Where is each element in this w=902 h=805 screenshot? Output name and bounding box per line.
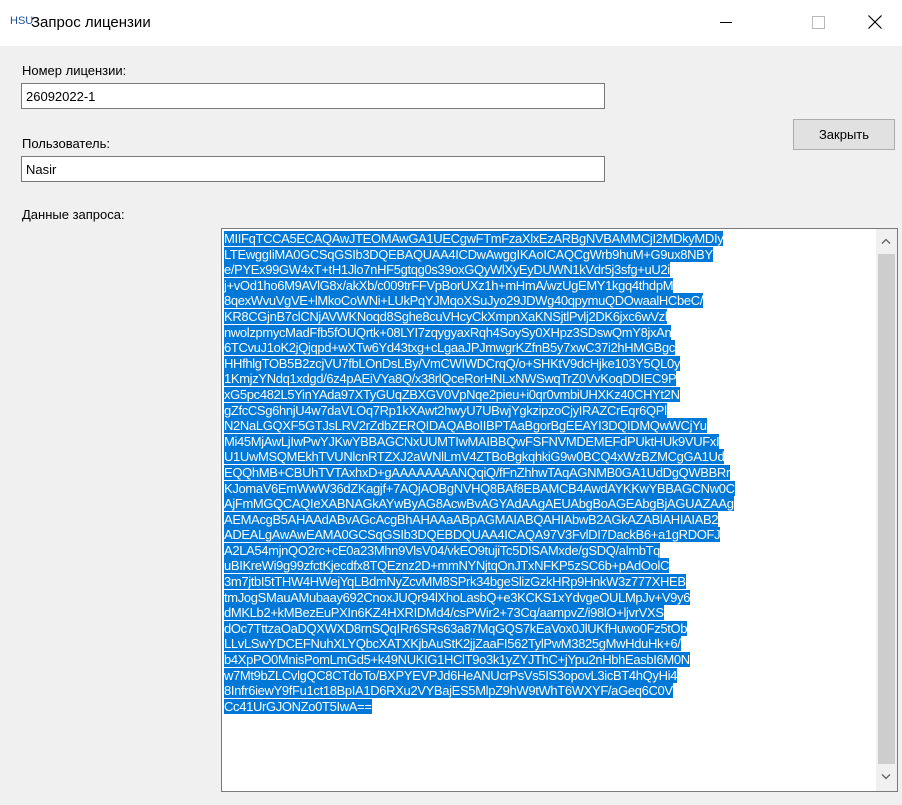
request-data-line-text: w7Mt9bZLCvlgQC8CTdoTo/BXPYEVPJd6HeANUcrP… <box>224 667 678 683</box>
request-data-textarea[interactable]: MIIFqTCCA5ECAQAwJTEOMAwGA1UECgwFTmFzaXlx… <box>221 228 898 792</box>
request-data-line-text: b4XpPO0MnisPomLmGd5+k49NUKIG1HClT9o3k1yZ… <box>224 652 690 668</box>
request-data-line: 1KmjzYNdq1xdgd/6z4pAEiVYa8Q/x38rlQceRorH… <box>224 371 874 387</box>
request-data-line-text: uBIKreWi9g99zfctKjecdfx8TQEznz2D+mmNYNjt… <box>224 558 670 574</box>
scroll-down-button[interactable] <box>876 768 897 788</box>
request-data-line: A2LA54mjnQO2rc+cE0a23Mhn9VlsV04/vkEO9tuj… <box>224 542 874 559</box>
chevron-down-icon <box>881 774 891 780</box>
request-data-line: KR8CGjnB7clCNjAVWKNoqd8Sghe8cuVHcyCkXmpn… <box>224 308 874 325</box>
license-number-label: Номер лицензии: <box>22 63 127 78</box>
title-bar[interactable]: HSU Запрос лицензии <box>0 0 902 46</box>
request-data-line: dMKLb2+kMBezEuPXIn6KZ4HXRIDMd4/csPWir2+7… <box>224 605 874 621</box>
request-data-line-text: Mi45MjAwLjIwPwYJKwYBBAGCNxUUMTIwMAIBBQwF… <box>224 433 720 449</box>
request-data-line-text: KR8CGjnB7clCNjAVWKNoqd8Sghe8cuVHcyCkXmpn… <box>224 308 668 324</box>
request-data-line-text: dMKLb2+kMBezEuPXIn6KZ4HXRIDMd4/csPWir2+7… <box>224 605 664 621</box>
request-data-line: Cc41UrGJONZo0T5IwA== <box>224 698 874 715</box>
request-data-line-text: EQQhMB+CBUhTVTAxhxD+gAAAAAAAANQqiQ/fFnZh… <box>224 464 730 480</box>
request-data-line-text: ADEALgAwAwEAMA0GCSqGSIb3DQEBDQUAA4ICAQA9… <box>224 527 721 543</box>
request-data-line-text: gZfcCSg6hnjU4w7daVLOq7Rp1kXAwt2hwyU7UBwj… <box>224 402 667 418</box>
window-title: Запрос лицензии <box>31 14 151 31</box>
close-button[interactable]: Закрыть <box>793 119 895 150</box>
request-data-line-text: nwolzpmycMadFfb5fOUQrtk+08LYI7zqygyaxRqh… <box>224 324 672 340</box>
request-data-line-text: Cc41UrGJONZo0T5IwA== <box>224 698 372 714</box>
user-label: Пользователь: <box>22 136 110 151</box>
request-data-line-text: 3m7jtbI5tTHW4HWejYqLBdmNyZcvMM8SPrk34bge… <box>224 574 686 590</box>
request-data-line: ADEALgAwAwEAMA0GCSqGSIb3DQEBDQUAA4ICAQA9… <box>224 527 874 543</box>
chevron-up-icon <box>881 238 891 244</box>
request-data-line: tmJogSMauAMubaay692CnoxJUQr94lXhoLasbQ+e… <box>224 589 874 606</box>
request-data-line: dOc7TttzaOaDQXWXD8rnSQqIRr6SRs63a87MqGQS… <box>224 620 874 637</box>
request-data-line: xG5pc482L5YinYAda97XTyGUqZBXGV0VpNqe2pie… <box>224 386 874 403</box>
request-data-line: 8Infr6iewY9fFu1ct18BpIA1D6RXu2VYBajES5Ml… <box>224 683 874 699</box>
request-data-line: KJomaV6EmWwW36dZKagjf+7AQjAOBgNVHQ8BAf8E… <box>224 480 874 497</box>
request-data-line-text: N2NaLGQXF5GTJsLRV2rZdbZERQIDAQABoIIBPTAa… <box>224 418 707 434</box>
request-data-line-text: 6TCvuJ1oK2jQjqpd+wXTw6Yd43txg+cLgaaJPJmw… <box>224 340 675 356</box>
request-data-line: e/PYEx99GW4xT+tH1Jlo7nHF5gtqg0s39oxGQyWl… <box>224 262 874 278</box>
request-data-label: Данные запроса: <box>22 207 125 222</box>
request-data-line: gZfcCSg6hnjU4w7daVLOq7Rp1kXAwt2hwyU7UBwj… <box>224 402 874 419</box>
close-window-button[interactable] <box>846 0 902 46</box>
request-data-line-text: tmJogSMauAMubaay692CnoxJUQr94lXhoLasbQ+e… <box>224 589 691 605</box>
request-data-line-text: AjFmMGQCAQIeXABNAGkAYwByAG8AcwBvAGYAdAAg… <box>224 496 734 512</box>
request-data-line-text: e/PYEx99GW4xT+tH1Jlo7nHF5gtqg0s39oxGQyWl… <box>224 262 670 278</box>
request-data-line-text: LTEwggIiMA0GCSqGSIb3DQEBAQUAA4ICDwAwggIK… <box>224 246 713 262</box>
request-data-line: HHfhlgTOB5B2zcjVU7fbLOnDsLBy/VmCWIWDCrqQ… <box>224 355 874 372</box>
request-data-line-text: 8qexWvuVgVE+lMkoCoWNi+LUkPqYJMqoXSuJyo29… <box>224 293 704 309</box>
request-data-line-text: xG5pc482L5YinYAda97XTyGUqZBXGV0VpNqe2pie… <box>224 386 680 402</box>
request-data-line-text: 8Infr6iewY9fFu1ct18BpIA1D6RXu2VYBajES5Ml… <box>224 683 673 699</box>
request-data-line: 6TCvuJ1oK2jQjqpd+wXTw6Yd43txg+cLgaaJPJmw… <box>224 340 874 356</box>
user-field[interactable] <box>21 156 605 182</box>
request-data-line-text: 1KmjzYNdq1xdgd/6z4pAEiVYa8Q/x38rlQceRorH… <box>224 371 677 387</box>
request-data-line: U1UwMSQMEkhTVUNlcnRTZXJ2aWNlLmV4ZTBoBgkq… <box>224 449 874 465</box>
request-data-line: w7Mt9bZLCvlgQC8CTdoTo/BXPYEVPJd6HeANUcrP… <box>224 667 874 684</box>
request-data-line: Mi45MjAwLjIwPwYJKwYBBAGCNxUUMTIwMAIBBQwF… <box>224 433 874 450</box>
request-data-line-text: j+vOd1ho6M9AVlG8x/akXb/c009trFFVpBorUXz1… <box>224 277 674 293</box>
request-data-line: EQQhMB+CBUhTVTAxhxD+gAAAAAAAANQqiQ/fFnZh… <box>224 464 874 481</box>
request-data-line: AjFmMGQCAQIeXABNAGkAYwByAG8AcwBvAGYAdAAg… <box>224 496 874 512</box>
request-data-line-text: A2LA54mjnQO2rc+cE0a23Mhn9VlsV04/vkEO9tuj… <box>224 542 661 558</box>
request-data-line-text: U1UwMSQMEkhTVUNlcnRTZXJ2aWNlLmV4ZTBoBgkq… <box>224 449 725 465</box>
request-data-line: nwolzpmycMadFfb5fOUQrtk+08LYI7zqygyaxRqh… <box>224 324 874 341</box>
request-data-line: uBIKreWi9g99zfctKjecdfx8TQEznz2D+mmNYNjt… <box>224 558 874 574</box>
request-data-line: MIIFqTCCA5ECAQAwJTEOMAwGA1UECgwFTmFzaXlx… <box>224 231 874 247</box>
scroll-thumb[interactable] <box>878 254 895 764</box>
request-data-line-text: MIIFqTCCA5ECAQAwJTEOMAwGA1UECgwFTmFzaXlx… <box>224 231 724 246</box>
request-data-line-text: LLvLSwYDCEFNuhXLYQbcXATXKjbAuStK2jjZaaFI… <box>224 636 681 652</box>
request-data-line: 3m7jtbI5tTHW4HWejYqLBdmNyZcvMM8SPrk34bge… <box>224 574 874 590</box>
request-data-line: j+vOd1ho6M9AVlG8x/akXb/c009trFFVpBorUXz1… <box>224 277 874 294</box>
close-icon <box>868 15 882 29</box>
vertical-scrollbar[interactable] <box>876 229 897 791</box>
request-data-line-text: HHfhlgTOB5B2zcjVU7fbLOnDsLBy/VmCWIWDCrqQ… <box>224 355 681 371</box>
request-data-line: LLvLSwYDCEFNuhXLYQbcXATXKjbAuStK2jjZaaFI… <box>224 636 874 652</box>
scroll-up-button[interactable] <box>876 232 897 252</box>
request-data-line: AEMAcgB5AHAAdABvAGcAcgBhAHAAaABpAGMAIABQ… <box>224 511 874 528</box>
request-data-line-text: KJomaV6EmWwW36dZKagjf+7AQjAOBgNVHQ8BAf8E… <box>224 480 735 496</box>
request-data-line: 8qexWvuVgVE+lMkoCoWNi+LUkPqYJMqoXSuJyo29… <box>224 293 874 309</box>
maximize-button <box>790 0 846 46</box>
request-data-line: b4XpPO0MnisPomLmGd5+k49NUKIG1HClT9o3k1yZ… <box>224 652 874 668</box>
license-number-field[interactable] <box>21 83 605 109</box>
request-data-line: N2NaLGQXF5GTJsLRV2rZdbZERQIDAQABoIIBPTAa… <box>224 418 874 434</box>
license-request-window: HSU Запрос лицензии Номер лицензии: Поль… <box>0 0 902 805</box>
minimize-button[interactable] <box>698 0 754 46</box>
request-data-text: MIIFqTCCA5ECAQAwJTEOMAwGA1UECgwFTmFzaXlx… <box>224 231 874 714</box>
request-data-line-text: AEMAcgB5AHAAdABvAGcAcgBhAHAAaABpAGMAIABQ… <box>224 511 719 527</box>
app-icon: HSU <box>10 15 34 27</box>
request-data-line-text: dOc7TttzaOaDQXWXD8rnSQqIRr6SRs63a87MqGQS… <box>224 620 688 636</box>
request-data-line: LTEwggIiMA0GCSqGSIb3DQEBAQUAA4ICDwAwggIK… <box>224 246 874 263</box>
